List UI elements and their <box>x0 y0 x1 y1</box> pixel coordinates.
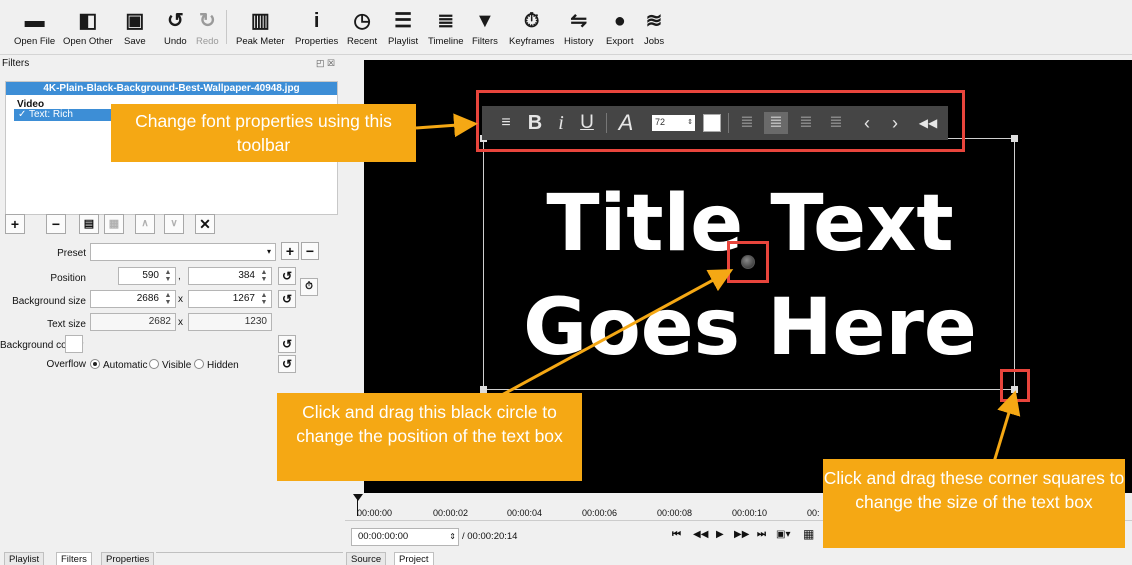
callout-corner: Click and drag these corner squares to c… <box>823 459 1125 548</box>
callout-circle: Click and drag this black circle to chan… <box>277 393 582 481</box>
arrow-to-toolbar <box>415 113 478 138</box>
callout-toolbar: Change font properties using this toolba… <box>111 104 416 162</box>
arrow-to-circle <box>499 269 734 398</box>
arrow-to-corner <box>992 390 1021 463</box>
